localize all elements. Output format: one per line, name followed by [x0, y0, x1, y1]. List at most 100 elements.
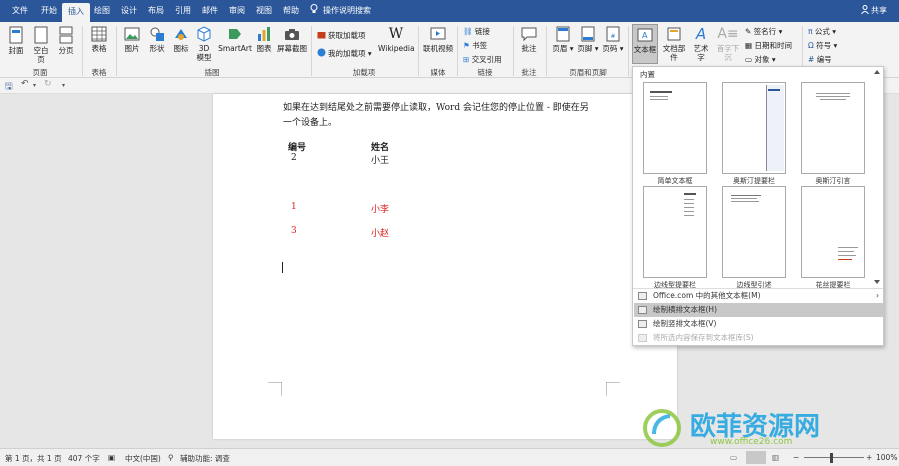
cover-page-button[interactable]: 封面 [6, 26, 26, 55]
textbox-thumb-filigree-sidebar[interactable] [801, 186, 865, 278]
page-count[interactable]: 第 1 页，共 1 页 [5, 453, 62, 464]
scroll-up-icon[interactable] [874, 69, 880, 75]
textbox-thumb-simple[interactable] [643, 82, 707, 174]
textbox-thumb-edge-quote[interactable] [722, 186, 786, 278]
office-icon [638, 292, 647, 300]
tab-design[interactable]: 设计 [119, 0, 139, 22]
object-icon: ▭ [745, 55, 753, 64]
textbox-thumb-austin-quote[interactable] [801, 82, 865, 174]
shapes-icon [150, 27, 164, 41]
tab-view[interactable]: 视图 [254, 0, 274, 22]
proofing-icon[interactable]: ▣ [108, 453, 115, 462]
number-button[interactable]: # 编号 [808, 54, 832, 65]
pictures-button[interactable]: 图片 [122, 26, 142, 53]
web-layout-icon[interactable]: ▥ [772, 453, 779, 462]
zoom-out-icon[interactable]: − [793, 453, 799, 462]
object-label: 对象 [754, 55, 770, 64]
get-addins-button[interactable]: 获取加载项 [317, 30, 366, 41]
symbol-button[interactable]: Ω 符号 ▾ [808, 40, 837, 51]
3d-models-button[interactable]: 3D 模型 [194, 26, 214, 62]
zoom-in-icon[interactable]: + [866, 453, 872, 462]
menu-item-draw-vertical-textbox[interactable]: 绘制竖排文本框(V) [634, 317, 884, 331]
zoom-slider-thumb[interactable] [830, 453, 833, 463]
crossref-button[interactable]: ⊞ 交叉引用 [463, 54, 502, 65]
textbox-thumb-austin-sidebar[interactable] [722, 82, 786, 174]
tab-review[interactable]: 审阅 [227, 0, 247, 22]
addin-icon [317, 48, 326, 57]
undo-icon[interactable]: ↶ [21, 79, 29, 89]
focus-mode-icon[interactable]: ▭ [730, 453, 737, 462]
menu-item-save-to-gallery[interactable]: 将所选内容保存到文本框库(S) [634, 331, 884, 345]
tab-file[interactable]: 文件 [10, 0, 30, 22]
page-break-button[interactable]: 分页 [56, 26, 76, 55]
word-count[interactable]: 407 个字 [68, 453, 100, 464]
save-icon[interactable]: 🖫 [5, 79, 13, 95]
wikipedia-button[interactable]: W Wikipedia [378, 26, 415, 53]
quick-parts-icon [667, 27, 681, 41]
menu-item-draw-horizontal-textbox[interactable]: 绘制横排文本框(H) [634, 303, 884, 317]
print-layout-icon[interactable] [746, 451, 766, 464]
tab-references[interactable]: 引用 [173, 0, 193, 22]
undo-dropdown-icon[interactable]: ▾ [33, 82, 36, 89]
menu-item-more-textboxes[interactable]: Office.com 中的其他文本框(M) › [634, 289, 884, 303]
wordart-button[interactable]: A 艺术字 [690, 26, 712, 62]
textbox-button[interactable]: A 文本框 [632, 24, 658, 64]
tab-mailings[interactable]: 邮件 [200, 0, 220, 22]
bookmark-button[interactable]: ⚑ 书签 [463, 40, 487, 51]
textbox-gallery-dropdown: 内置 简单文本框 奥斯汀提要栏 奥斯汀引言 边线型提要栏 边线型引述 花丝提要栏… [632, 66, 884, 346]
zoom-level[interactable]: 100% [876, 453, 897, 462]
separator [82, 26, 83, 76]
tab-layout[interactable]: 布局 [146, 0, 166, 22]
header-button[interactable]: 页眉 ▾ [552, 26, 574, 53]
document-page[interactable]: 如果在达到结尾处之前需要停止读取，Word 会记住您的停止位置 - 即使在另 一… [213, 94, 677, 439]
scroll-down-icon[interactable] [874, 279, 880, 285]
blank-page-button[interactable]: 空白页 [30, 26, 52, 64]
link-button[interactable]: ⛓ 链接 [463, 26, 490, 37]
footer-button[interactable]: 页脚 ▾ [577, 26, 599, 53]
language-indicator[interactable]: 中文(中国) [125, 453, 161, 464]
tab-insert[interactable]: 插入 [62, 3, 90, 22]
date-time-button[interactable]: ▦ 日期和时间 [745, 40, 792, 51]
symbol-label: 符号 [816, 41, 832, 50]
signature-line-button[interactable]: ✎ 签名行 ▾ [745, 26, 782, 37]
table-button[interactable]: 表格 [88, 26, 110, 53]
customize-toolbar-icon[interactable]: ▾ [62, 82, 65, 89]
wikipedia-label: Wikipedia [378, 44, 415, 53]
signature-icon: ✎ [745, 27, 752, 36]
dropcap-label: 首字下沉 [716, 44, 740, 62]
screenshot-button[interactable]: 屏幕截图 [276, 26, 308, 53]
table-icon [91, 26, 107, 42]
tab-home[interactable]: 开始 [39, 0, 59, 22]
my-addins-button[interactable]: 我的加载项 ▾ [317, 48, 372, 59]
accessibility-status[interactable]: 辅助功能: 调查 [180, 453, 230, 464]
blank-label: 空白页 [33, 46, 49, 64]
drop-cap-button[interactable]: A≡ 首字下沉 [714, 26, 742, 62]
object-button[interactable]: ▭ 对象 ▾ [745, 54, 776, 65]
comment-button[interactable]: 批注 [518, 26, 540, 53]
textbox-label: 文本框 [633, 45, 657, 54]
quick-parts-button[interactable]: 文档部件 [660, 26, 688, 62]
chart-button[interactable]: 图表 [254, 26, 274, 53]
equation-button[interactable]: π 公式 ▾ [808, 26, 836, 37]
menu-item-label: 绘制横排文本框(H) [653, 305, 717, 314]
icons-button[interactable]: 图标 [172, 26, 190, 53]
share-button[interactable]: 共享 [861, 0, 887, 22]
tab-draw[interactable]: 绘图 [92, 0, 112, 22]
textbox-thumb-edge-sidebar[interactable] [643, 186, 707, 278]
tab-help[interactable]: 帮助 [281, 0, 301, 22]
smartart-button[interactable]: SmartArt [218, 26, 252, 53]
shapes-button[interactable]: 形状 [146, 26, 168, 53]
separator [116, 26, 117, 76]
smartart-label: SmartArt [218, 44, 252, 53]
page-number-button[interactable]: # 页码 ▾ [602, 26, 624, 53]
picture-icon [124, 27, 140, 41]
status-bar: 第 1 页，共 1 页 407 个字 ▣ 中文(中国) ⚲ 辅助功能: 调查 ▭… [0, 448, 899, 466]
addins-group-label: 加载项 [352, 68, 376, 77]
accessibility-icon: ⚲ [168, 453, 174, 462]
redo-icon[interactable]: ↻ [44, 79, 52, 89]
online-video-button[interactable]: 联机视频 [422, 26, 454, 53]
tell-me-search[interactable]: 操作说明搜索 [310, 0, 371, 22]
video-label: 联机视频 [423, 44, 453, 53]
zoom-slider[interactable] [804, 457, 864, 458]
screenshot-label: 屏幕截图 [277, 44, 307, 53]
